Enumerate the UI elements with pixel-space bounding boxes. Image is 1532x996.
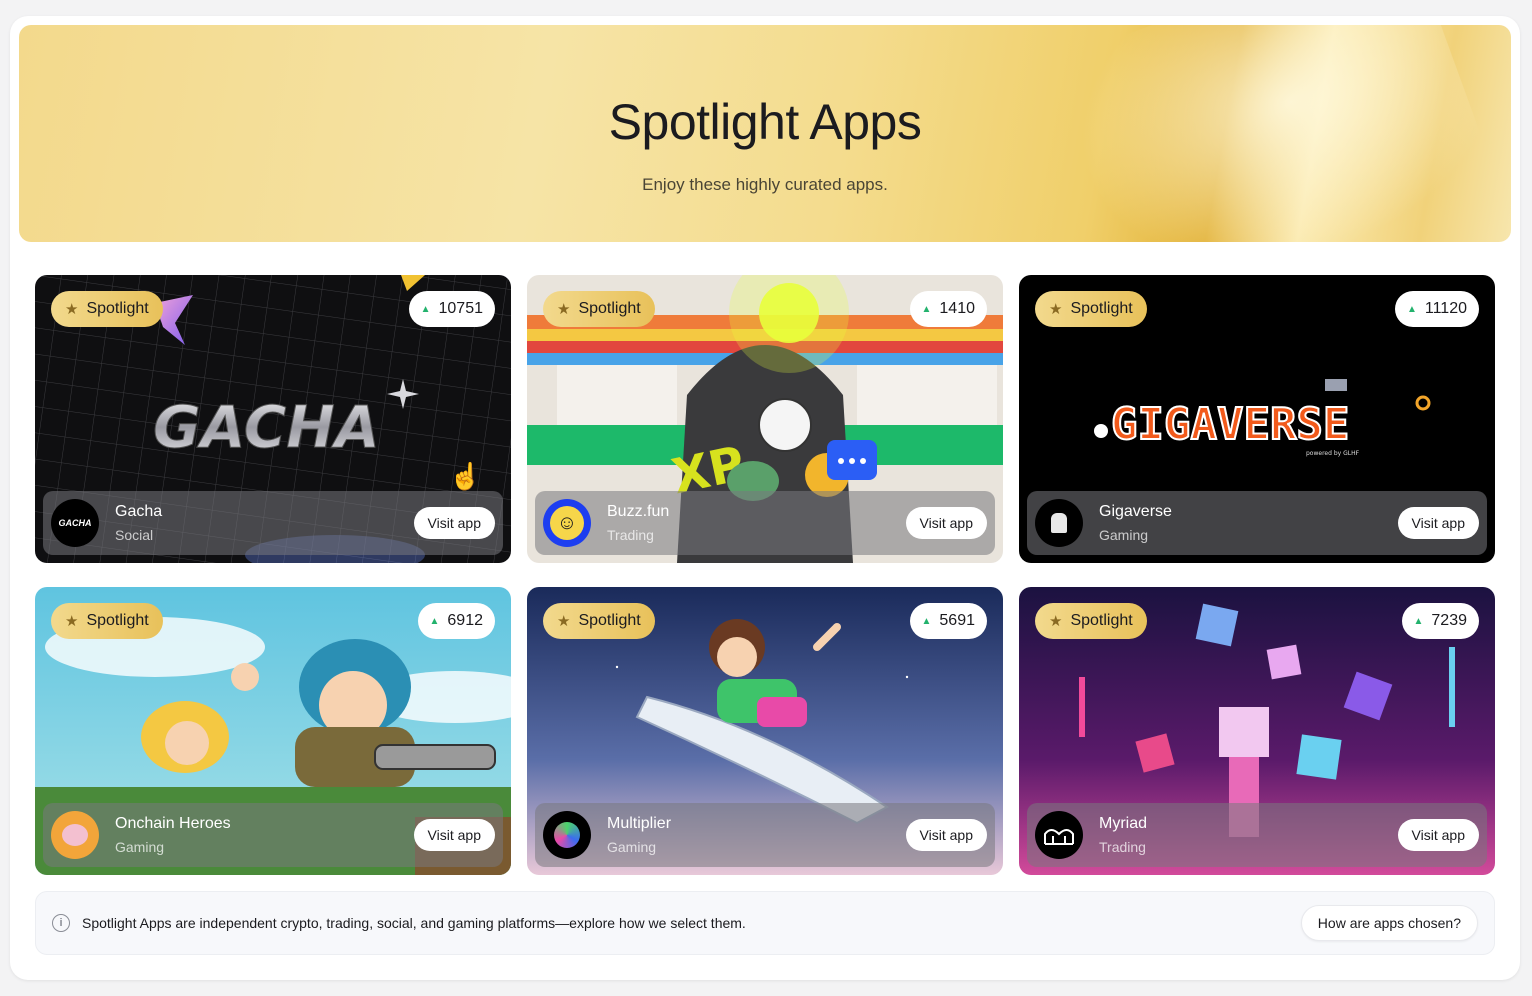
app-info-bar: Multiplier Gaming Visit app [535, 803, 995, 867]
smiley-icon: ☺ [550, 506, 584, 540]
hero-banner: Spotlight Apps Enjoy these highly curate… [19, 25, 1511, 242]
app-category: Trading [607, 527, 654, 543]
info-icon: i [52, 914, 70, 932]
badge-label: Spotlight [1070, 612, 1133, 629]
app-name: Onchain Heroes [115, 815, 231, 832]
count-value: 11120 [1424, 300, 1467, 317]
upvote-count: ▲ 5691 [909, 603, 987, 639]
upvote-count: ▲ 11120 [1394, 291, 1479, 327]
app-avatar [1035, 811, 1083, 859]
app-name: Multiplier [607, 815, 672, 832]
visit-app-button[interactable]: Visit app [413, 507, 495, 539]
app-card-multiplier[interactable]: ★ Spotlight ▲ 5691 Multiplier Gaming Vis… [527, 587, 1003, 875]
app-avatar [51, 811, 99, 859]
cursor-hand-icon: ☝ [449, 461, 482, 491]
spotlight-badge: ★ Spotlight [543, 603, 655, 639]
app-card-onchain-heroes[interactable]: ★ Spotlight ▲ 6912 Onchain Heroes Gaming… [35, 587, 511, 875]
trend-up-icon: ▲ [1406, 303, 1417, 315]
upvote-count: ▲ 1410 [909, 291, 987, 327]
badge-label: Spotlight [86, 612, 149, 629]
trend-up-icon: ▲ [921, 303, 932, 315]
app-info-bar: Onchain Heroes Gaming Visit app [43, 803, 503, 867]
page-title: Spotlight Apps [608, 94, 922, 150]
spotlight-badge: ★ Spotlight [51, 291, 163, 327]
trend-up-icon: ▲ [921, 615, 932, 627]
count-value: 5691 [939, 612, 975, 629]
footer-text: Spotlight Apps are independent crypto, t… [82, 915, 746, 931]
star-icon: ★ [65, 613, 79, 630]
spotlight-badge: ★ Spotlight [1035, 603, 1147, 639]
spotlight-badge: ★ Spotlight [1035, 291, 1147, 327]
app-card-gacha[interactable]: GACHA ★ Spotlight ▲ 10751 ☝ GACHA Gacha [35, 275, 511, 563]
badge-label: Spotlight [578, 300, 641, 317]
app-category: Gaming [1099, 527, 1149, 543]
badge-label: Spotlight [578, 612, 641, 629]
app-card-gigaverse[interactable]: GIGAVERSE powered by GLHF ★ Spotlight ▲ … [1019, 275, 1495, 563]
visit-app-button[interactable]: Visit app [1397, 507, 1479, 539]
app-name: Myriad [1099, 815, 1148, 832]
app-name: Buzz.fun [607, 503, 670, 520]
info-footer: i Spotlight Apps are independent crypto,… [35, 891, 1495, 955]
app-category: Gaming [607, 839, 657, 855]
app-info-bar: ☺ Buzz.fun Trading Visit app [535, 491, 995, 555]
gacha-logo-art: GACHA [153, 393, 380, 461]
multiplier-logo-icon [554, 822, 580, 848]
app-info-bar: GACHA Gacha Social Visit app [43, 491, 503, 555]
upvote-count: ▲ 7239 [1401, 603, 1479, 639]
trend-up-icon: ▲ [1413, 615, 1424, 627]
app-avatar [1035, 499, 1083, 547]
visit-app-button[interactable]: Visit app [905, 819, 987, 851]
star-icon: ★ [557, 301, 571, 318]
count-value: 6912 [447, 612, 483, 629]
app-card-myriad[interactable]: ★ Spotlight ▲ 7239 Myriad Trading Visit … [1019, 587, 1495, 875]
trend-up-icon: ▲ [429, 615, 440, 627]
app-info-bar: Gigaverse Gaming Visit app [1027, 491, 1487, 555]
spotlight-panel: Spotlight Apps Enjoy these highly curate… [10, 16, 1520, 980]
pig-mascot-icon [62, 824, 88, 846]
star-icon: ★ [1049, 301, 1063, 318]
app-info-bar: Myriad Trading Visit app [1027, 803, 1487, 867]
app-category: Social [115, 527, 154, 543]
trend-up-icon: ▲ [420, 303, 431, 315]
myriad-logo-icon [1044, 829, 1074, 845]
count-value: 7239 [1431, 612, 1467, 629]
star-icon: ★ [1049, 613, 1063, 630]
visit-app-button[interactable]: Visit app [905, 507, 987, 539]
visit-app-button[interactable]: Visit app [1397, 819, 1479, 851]
spotlight-badge: ★ Spotlight [51, 603, 163, 639]
star-icon: ★ [557, 613, 571, 630]
app-name: Gigaverse [1099, 503, 1172, 520]
app-avatar [543, 811, 591, 859]
badge-label: Spotlight [1070, 300, 1133, 317]
count-value: 10751 [438, 300, 484, 317]
app-category: Gaming [115, 839, 165, 855]
app-avatar: GACHA [51, 499, 99, 547]
page-subtitle: Enjoy these highly curated apps. [642, 175, 888, 194]
app-name: Gacha [115, 503, 163, 520]
upvote-count: ▲ 6912 [417, 603, 495, 639]
how-are-apps-chosen-button[interactable]: How are apps chosen? [1300, 905, 1478, 941]
spotlight-badge: ★ Spotlight [543, 291, 655, 327]
powered-by-art: powered by GLHF [1306, 450, 1360, 457]
app-grid: GACHA ★ Spotlight ▲ 10751 ☝ GACHA Gacha [35, 275, 1495, 875]
gigaverse-logo-art: GIGAVERSE [1111, 399, 1349, 450]
app-category: Trading [1099, 839, 1146, 855]
app-card-buzz-fun[interactable]: XP ★ Spotlight ▲ 1410 ☺ Buzz.fun Trading… [527, 275, 1003, 563]
visit-app-button[interactable]: Visit app [413, 819, 495, 851]
star-icon: ★ [65, 301, 79, 318]
robot-icon [1051, 513, 1067, 533]
app-avatar: ☺ [543, 499, 591, 547]
badge-label: Spotlight [86, 300, 149, 317]
count-value: 1410 [939, 300, 975, 317]
upvote-count: ▲ 10751 [408, 291, 495, 327]
